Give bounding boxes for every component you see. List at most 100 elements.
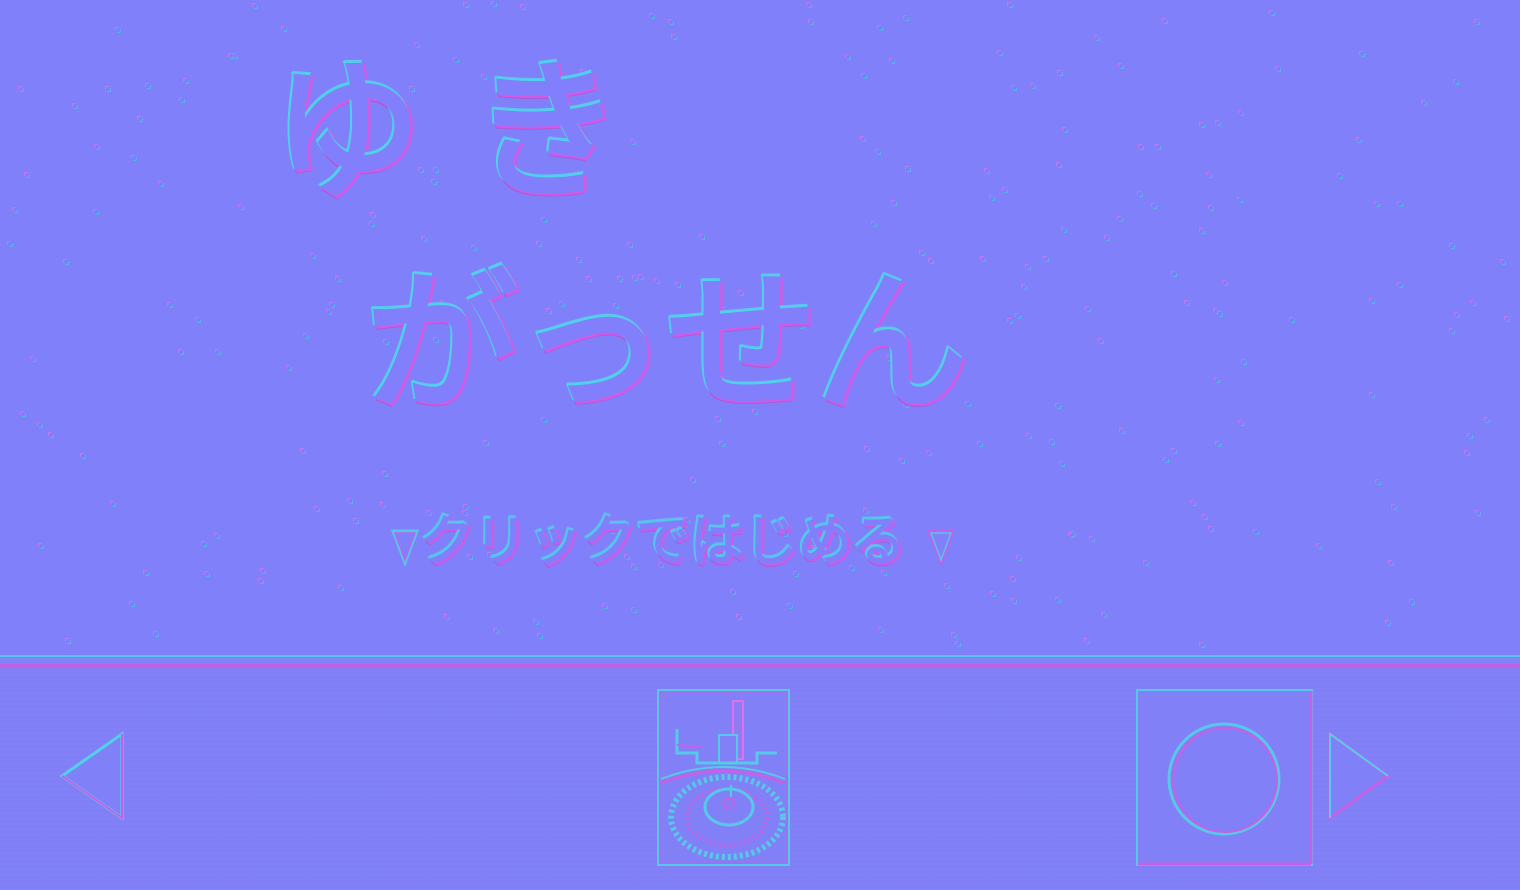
start-prompt-label: クリックではじめる xyxy=(420,510,906,573)
snowflake xyxy=(95,145,99,149)
snowflake xyxy=(1120,429,1124,433)
snowflake xyxy=(978,442,982,446)
snowflake xyxy=(261,569,265,573)
snowflake xyxy=(521,5,525,9)
snowflake xyxy=(1050,440,1054,444)
snowflake xyxy=(202,542,206,546)
snowflake xyxy=(879,628,883,632)
snowflake xyxy=(846,55,850,59)
snowflake xyxy=(1012,599,1016,603)
snowflake xyxy=(1200,643,1204,647)
snowflake xyxy=(1012,86,1016,90)
snowflake xyxy=(1016,314,1020,318)
snowflake xyxy=(484,441,488,445)
snowflake xyxy=(538,634,542,638)
snowflake xyxy=(1338,174,1342,178)
snowflake xyxy=(998,51,1002,55)
snowflake xyxy=(981,257,985,261)
snowflake xyxy=(287,366,291,370)
snowflake xyxy=(311,254,315,258)
snowflake xyxy=(1505,317,1509,321)
snowflake xyxy=(1239,421,1243,425)
next-button[interactable] xyxy=(1326,730,1392,822)
snowflake xyxy=(327,310,331,314)
snowflake xyxy=(494,629,498,633)
snowflake xyxy=(1056,598,1060,602)
snowflake xyxy=(865,447,869,451)
snowflake xyxy=(990,196,994,200)
snowflake xyxy=(168,303,172,307)
snowflake xyxy=(1156,145,1160,149)
snowflake xyxy=(1485,418,1489,422)
ok-button[interactable] xyxy=(1136,689,1313,866)
snowflake xyxy=(1254,530,1258,534)
snowflake xyxy=(1119,64,1123,68)
snowflake xyxy=(116,28,120,32)
snowflake xyxy=(1138,192,1142,196)
snowflake xyxy=(1011,577,1015,581)
snowflake xyxy=(1290,318,1294,322)
prev-button[interactable] xyxy=(58,730,128,822)
snowflake xyxy=(1017,556,1021,560)
snowflake xyxy=(1090,537,1094,541)
snowflake xyxy=(1056,404,1060,408)
snowflake xyxy=(966,402,970,406)
snowflake xyxy=(464,3,468,7)
snowflake xyxy=(253,4,257,8)
snowflake xyxy=(927,451,931,455)
snowflake xyxy=(1216,442,1220,446)
snowflake xyxy=(1218,312,1222,316)
snowflake xyxy=(1207,173,1211,177)
snowflake xyxy=(1057,163,1061,167)
snowflake xyxy=(1163,19,1167,23)
snowflake xyxy=(81,454,85,458)
center-image-button[interactable] xyxy=(657,689,790,866)
snowflake xyxy=(876,150,880,154)
snowflake xyxy=(205,572,209,576)
snowflake xyxy=(900,459,904,463)
snowflake xyxy=(906,167,910,171)
snowflake xyxy=(1063,128,1067,132)
snowflake xyxy=(1376,480,1380,484)
title-screen[interactable]: ゆき がっせん クリックではじめる xyxy=(0,0,1520,655)
snowflake xyxy=(956,642,960,646)
snowflake xyxy=(1062,228,1066,232)
snowflake xyxy=(66,639,70,643)
snowflake xyxy=(49,433,53,437)
snowflake xyxy=(669,20,673,24)
snowflake xyxy=(13,208,17,212)
snowflake xyxy=(1152,204,1156,208)
snowflake xyxy=(73,104,77,108)
snowflake xyxy=(1086,307,1090,311)
snowflake xyxy=(1476,511,1480,515)
snowflake xyxy=(1209,206,1213,210)
snow-castle-eye-icon xyxy=(657,689,790,866)
snowflake xyxy=(691,478,695,482)
snowflake xyxy=(354,519,358,523)
snowflake xyxy=(304,334,308,338)
snowflake xyxy=(1270,11,1274,15)
title-line-1: ゆき xyxy=(272,46,673,220)
snowflake xyxy=(1410,600,1414,604)
snowflake xyxy=(159,182,163,186)
snowflake xyxy=(1239,111,1243,115)
snowflake xyxy=(381,503,385,507)
snowflake xyxy=(1422,101,1426,105)
snowflake xyxy=(301,449,305,453)
right-triangle-icon xyxy=(1328,731,1391,821)
snowflake xyxy=(737,615,741,619)
snowflake xyxy=(1389,561,1393,565)
snowflake xyxy=(1139,145,1143,149)
snowflake xyxy=(348,499,352,503)
snowflake xyxy=(339,586,343,590)
snowflake xyxy=(132,156,136,160)
snowflake xyxy=(239,205,243,209)
snowflake xyxy=(1003,188,1007,192)
snowflake xyxy=(1242,360,1246,364)
snowflake xyxy=(1026,265,1030,269)
snowflake xyxy=(1185,301,1189,305)
start-prompt[interactable]: クリックではじめる xyxy=(390,515,956,569)
snowflake xyxy=(1008,319,1012,323)
snowflake xyxy=(138,117,142,121)
snowflake xyxy=(1060,462,1064,466)
